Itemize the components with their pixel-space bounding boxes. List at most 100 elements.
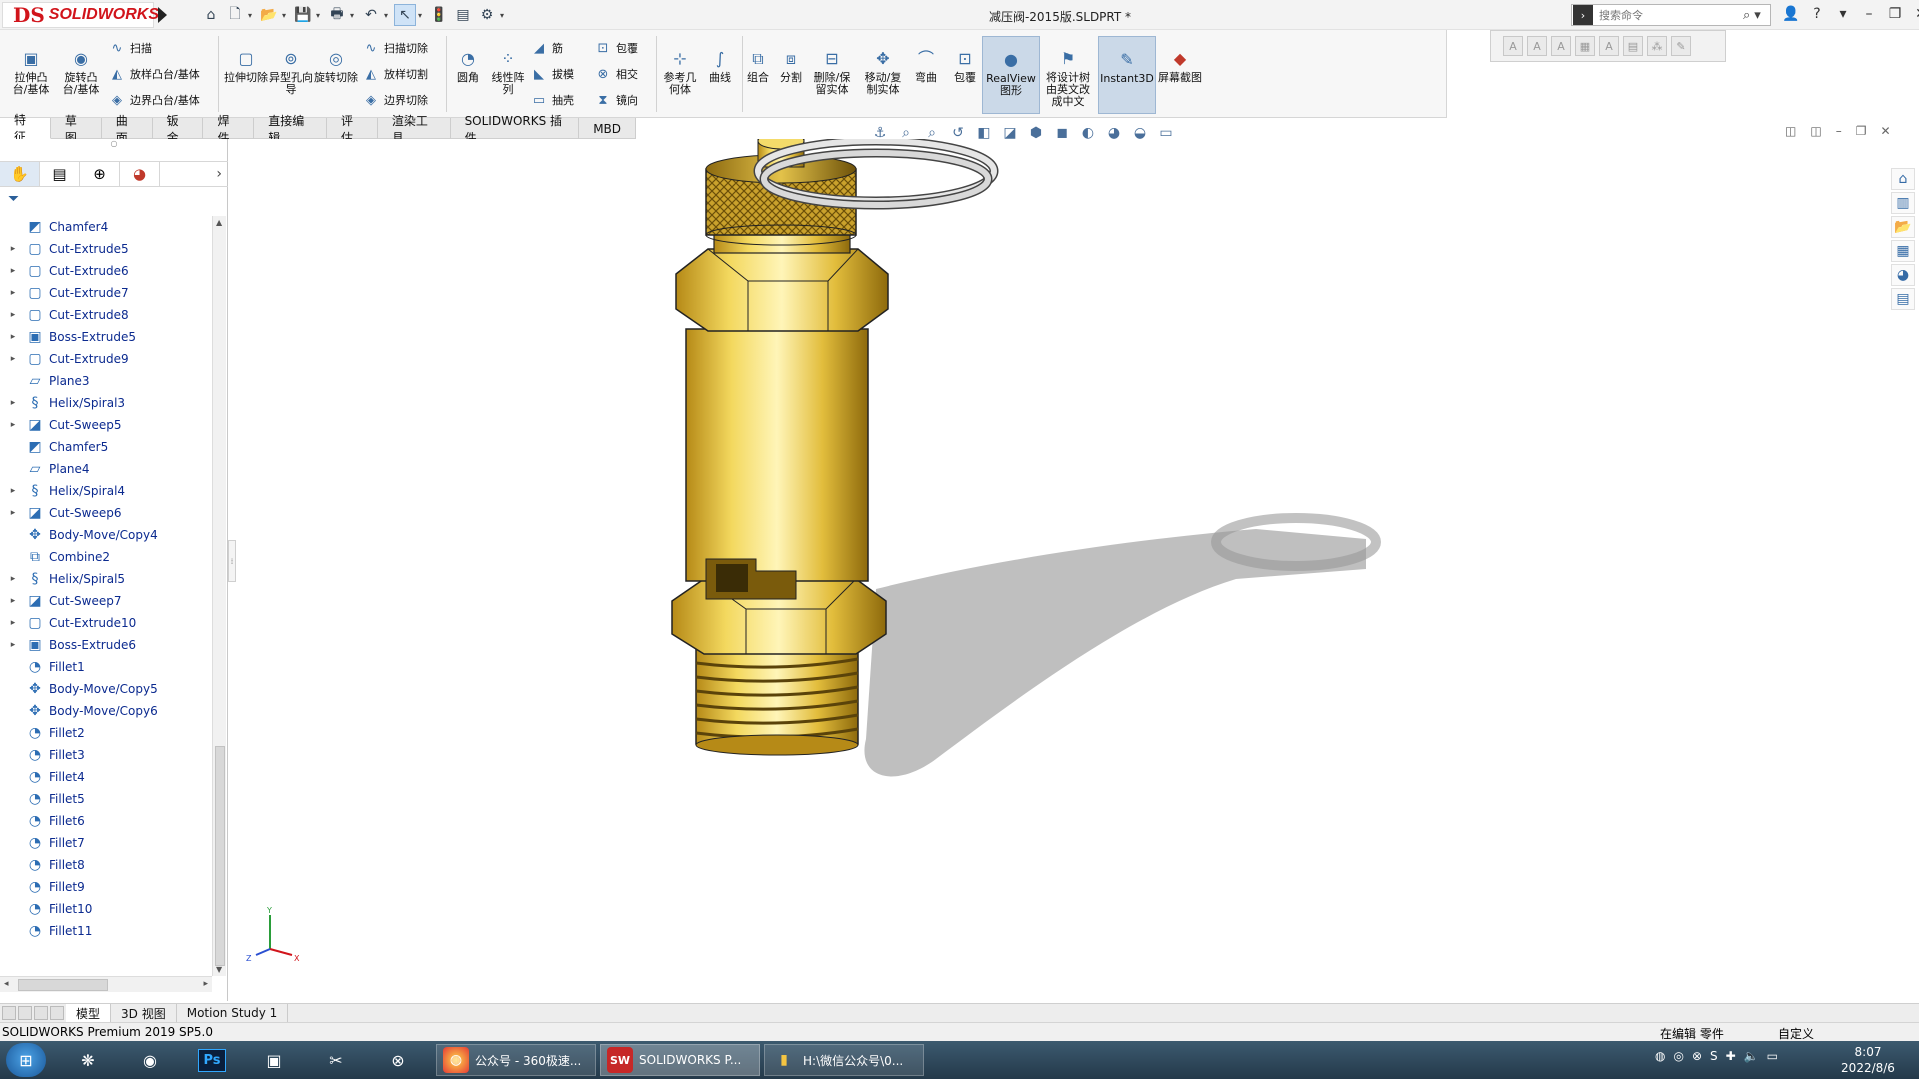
tab-motion-study[interactable]: Motion Study 1 xyxy=(177,1004,289,1022)
search-dropdown-icon[interactable]: ▾ xyxy=(1754,8,1761,23)
save-icon[interactable]: 💾 xyxy=(292,4,314,26)
appearances-scenes-icon[interactable]: ◕ xyxy=(1891,264,1915,286)
tree-item[interactable]: ◔ Fillet3 xyxy=(0,744,212,766)
file-properties-icon[interactable]: ▤ xyxy=(452,4,474,26)
graphics-area[interactable] xyxy=(236,139,1886,1001)
shell-button[interactable]: ▭ 抽壳 xyxy=(530,90,574,110)
tree-expand-arrow-icon[interactable]: ▸ xyxy=(6,266,20,276)
viewport-forward-icon[interactable]: ◫ xyxy=(1810,124,1821,138)
select-dropdown-icon[interactable]: ▾ xyxy=(418,11,426,20)
undo-dropdown-icon[interactable]: ▾ xyxy=(384,11,392,20)
tree-item[interactable]: ✥ Body-Move/Copy5 xyxy=(0,678,212,700)
tree-expand-arrow-icon[interactable]: ▸ xyxy=(6,508,20,518)
units-custom-dropdown[interactable]: 自定义 xyxy=(1778,1025,1814,1042)
hole-wizard-button[interactable]: ⊚ 异型孔向导 xyxy=(268,48,314,96)
flex-button[interactable]: ⌒ 弯曲 xyxy=(912,48,940,84)
tree-vertical-scrollbar[interactable]: ▲ ▼ xyxy=(212,216,226,976)
viewport-close-icon[interactable]: ✕ xyxy=(1880,124,1890,138)
scroll-thumb[interactable] xyxy=(215,746,225,966)
tree-item[interactable]: ◔ Fillet6 xyxy=(0,810,212,832)
mirror-button[interactable]: ⧗ 镜向 xyxy=(594,90,638,110)
tree-item[interactable]: ▸ ◪ Cut-Sweep5 xyxy=(0,414,212,436)
tree-item[interactable]: ◔ Fillet9 xyxy=(0,876,212,898)
taskbar-window-solidworks[interactable]: SW SOLIDWORKS P... xyxy=(600,1044,760,1076)
search-mode-icon[interactable]: › xyxy=(1573,5,1593,25)
tab-direct-editing[interactable]: 直接编辑 xyxy=(254,114,327,145)
tab-model[interactable]: 模型 xyxy=(66,1004,112,1022)
curves-button[interactable]: ∫ 曲线 xyxy=(704,48,736,84)
tree-item[interactable]: ◔ Fillet7 xyxy=(0,832,212,854)
search-icon[interactable]: ⌕ xyxy=(1743,8,1750,23)
scroll-up-icon[interactable]: ▲ xyxy=(216,218,222,227)
tray-app-icon[interactable]: ◍ xyxy=(1655,1049,1665,1063)
sweep-button[interactable]: ∿ 扫描 xyxy=(108,38,152,58)
save-dropdown-icon[interactable]: ▾ xyxy=(316,11,324,20)
tree-item[interactable]: ◔Fillet12 xyxy=(0,942,212,946)
file-explorer-icon[interactable]: 📂 xyxy=(1891,216,1915,238)
screen-capture-button[interactable]: ◆ 屏幕截图 xyxy=(1158,48,1202,84)
taskbar-app-icon[interactable]: ▣ xyxy=(248,1044,300,1076)
taskbar-window-explorer[interactable]: ▮ H:\微信公众号\0... xyxy=(764,1044,924,1076)
panel-splitter[interactable]: ⁞ xyxy=(228,540,236,582)
scroll-down-icon[interactable]: ▼ xyxy=(216,965,222,974)
panel-grip[interactable]: ○ xyxy=(0,139,228,151)
chevron-right-icon[interactable]: › xyxy=(216,166,222,182)
tree-expand-arrow-icon[interactable]: ▸ xyxy=(6,640,20,650)
tab-mbd[interactable]: MBD xyxy=(579,118,637,139)
revolve-cut-button[interactable]: ◎ 旋转切除 xyxy=(314,48,358,84)
home-icon[interactable]: ⌂ xyxy=(200,4,222,26)
tree-expand-arrow-icon[interactable]: ▸ xyxy=(6,618,20,628)
tree-expand-arrow-icon[interactable]: ▸ xyxy=(6,574,20,584)
loft-cut-button[interactable]: ◭ 放样切割 xyxy=(362,64,428,84)
next-tab-icon[interactable] xyxy=(34,1006,48,1020)
tray-app-icon[interactable]: ✚ xyxy=(1726,1049,1736,1063)
tree-expand-arrow-icon[interactable]: ▸ xyxy=(6,486,20,496)
print-dropdown-icon[interactable]: ▾ xyxy=(350,11,358,20)
tab-3d-views[interactable]: 3D 视图 xyxy=(111,1004,177,1022)
taskbar-clock[interactable]: 8:07 2022/8/6 xyxy=(1832,1044,1904,1076)
realview-button[interactable]: ● RealView图形 xyxy=(982,36,1040,114)
network-icon[interactable]: ▭ xyxy=(1767,1049,1778,1063)
tree-expand-arrow-icon[interactable]: ▸ xyxy=(6,288,20,298)
tree-item[interactable]: ◩ Chamfer4 xyxy=(0,216,212,238)
tray-app-icon[interactable]: ⊗ xyxy=(1692,1049,1702,1063)
viewport-minimize-icon[interactable]: – xyxy=(1836,124,1842,138)
tree-expand-arrow-icon[interactable]: ▸ xyxy=(6,420,20,430)
taskbar-app-icon[interactable]: ❋ xyxy=(62,1044,114,1076)
tab-evaluate[interactable]: 评估 xyxy=(327,114,378,145)
scroll-right-icon[interactable]: ▸ xyxy=(203,979,208,989)
first-tab-icon[interactable] xyxy=(2,1006,16,1020)
tree-item[interactable]: ▸ ▢ Cut-Extrude8 xyxy=(0,304,212,326)
tree-item[interactable]: ◩ Chamfer5 xyxy=(0,436,212,458)
help-icon[interactable]: ? xyxy=(1806,3,1828,25)
open-dropdown-icon[interactable]: ▾ xyxy=(282,11,290,20)
fillet-button[interactable]: ◔ 圆角 xyxy=(450,48,486,84)
tree-item[interactable]: ◔ Fillet1 xyxy=(0,656,212,678)
taskbar-tool-icon[interactable]: ✂ xyxy=(310,1044,362,1076)
restore-icon[interactable]: ❐ xyxy=(1884,3,1906,25)
tab-surfaces[interactable]: 曲面 xyxy=(102,114,153,145)
revolve-boss-button[interactable]: ◉ 旋转凸台/基体 xyxy=(58,48,104,96)
property-manager-tab-icon[interactable]: ▤ xyxy=(40,162,80,186)
boundary-cut-button[interactable]: ◈ 边界切除 xyxy=(362,90,428,110)
taskbar-window-360-browser[interactable]: ◍ 公众号 - 360极速... xyxy=(436,1044,596,1076)
tree-expand-arrow-icon[interactable]: ▸ xyxy=(6,354,20,364)
previous-tab-icon[interactable] xyxy=(18,1006,32,1020)
tree-item[interactable]: ▸ § Helix/Spiral3 xyxy=(0,392,212,414)
viewport-back-icon[interactable]: ◫ xyxy=(1785,124,1796,138)
tree-expand-arrow-icon[interactable]: ▸ xyxy=(6,596,20,606)
search-input[interactable] xyxy=(1599,8,1739,22)
combine-button[interactable]: ⧉ 组合 xyxy=(744,48,772,84)
delete-keep-body-button[interactable]: ⊟ 删除/保留实体 xyxy=(810,48,854,96)
filter-icon[interactable]: ⏷ xyxy=(8,191,19,207)
tree-item[interactable]: ◔ Fillet2 xyxy=(0,722,212,744)
select-cursor-icon[interactable]: ↖ xyxy=(394,4,416,26)
minimize-icon[interactable]: – xyxy=(1858,3,1880,25)
linear-pattern-button[interactable]: ⁘ 线性阵列 xyxy=(488,48,528,96)
design-library-icon[interactable]: ▥ xyxy=(1891,192,1915,214)
tree-item[interactable]: ◔ Fillet5 xyxy=(0,788,212,810)
tab-render-tools[interactable]: 渲染工具 xyxy=(378,114,451,145)
boundary-boss-button[interactable]: ◈ 边界凸台/基体 xyxy=(108,90,200,110)
tree-item[interactable]: ▸ ▢ Cut-Extrude9 xyxy=(0,348,212,370)
close-icon[interactable]: ✕ xyxy=(1910,3,1919,25)
